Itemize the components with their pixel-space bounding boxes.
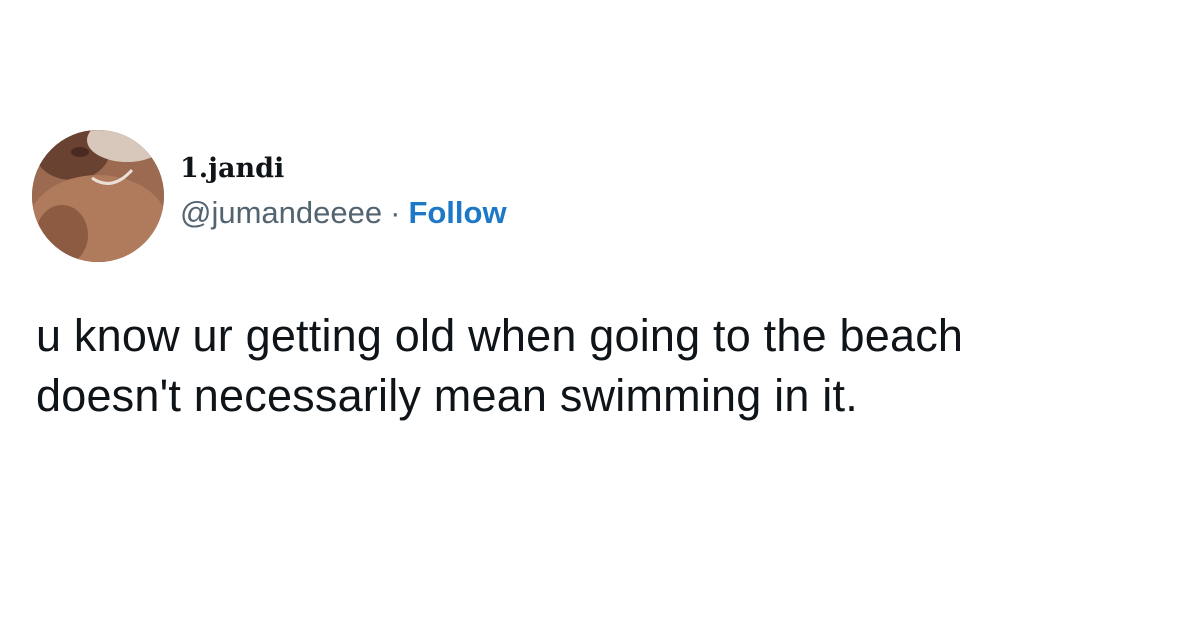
tweet-text-line: u know ur getting old when going to the …: [36, 310, 964, 361]
profile-photo-icon: [32, 130, 164, 262]
tweet-text: u know ur getting old when going to the …: [36, 306, 1176, 426]
user-handle[interactable]: @jumandeeee: [180, 195, 382, 230]
separator-dot: ·: [390, 194, 401, 230]
handle-row: @jumandeeee · Follow: [180, 194, 507, 230]
avatar[interactable]: [32, 130, 164, 262]
author-info: 1.jandi @jumandeeee · Follow: [180, 154, 507, 230]
tweet-text-line: doesn't necessarily mean swimming in it.: [36, 370, 858, 421]
display-name[interactable]: 1.jandi: [180, 154, 507, 184]
tweet-header: 1.jandi @jumandeeee · Follow: [32, 130, 507, 262]
follow-button[interactable]: Follow: [408, 195, 506, 230]
tweet-card: 1.jandi @jumandeeee · Follow u know ur g…: [0, 0, 1200, 630]
